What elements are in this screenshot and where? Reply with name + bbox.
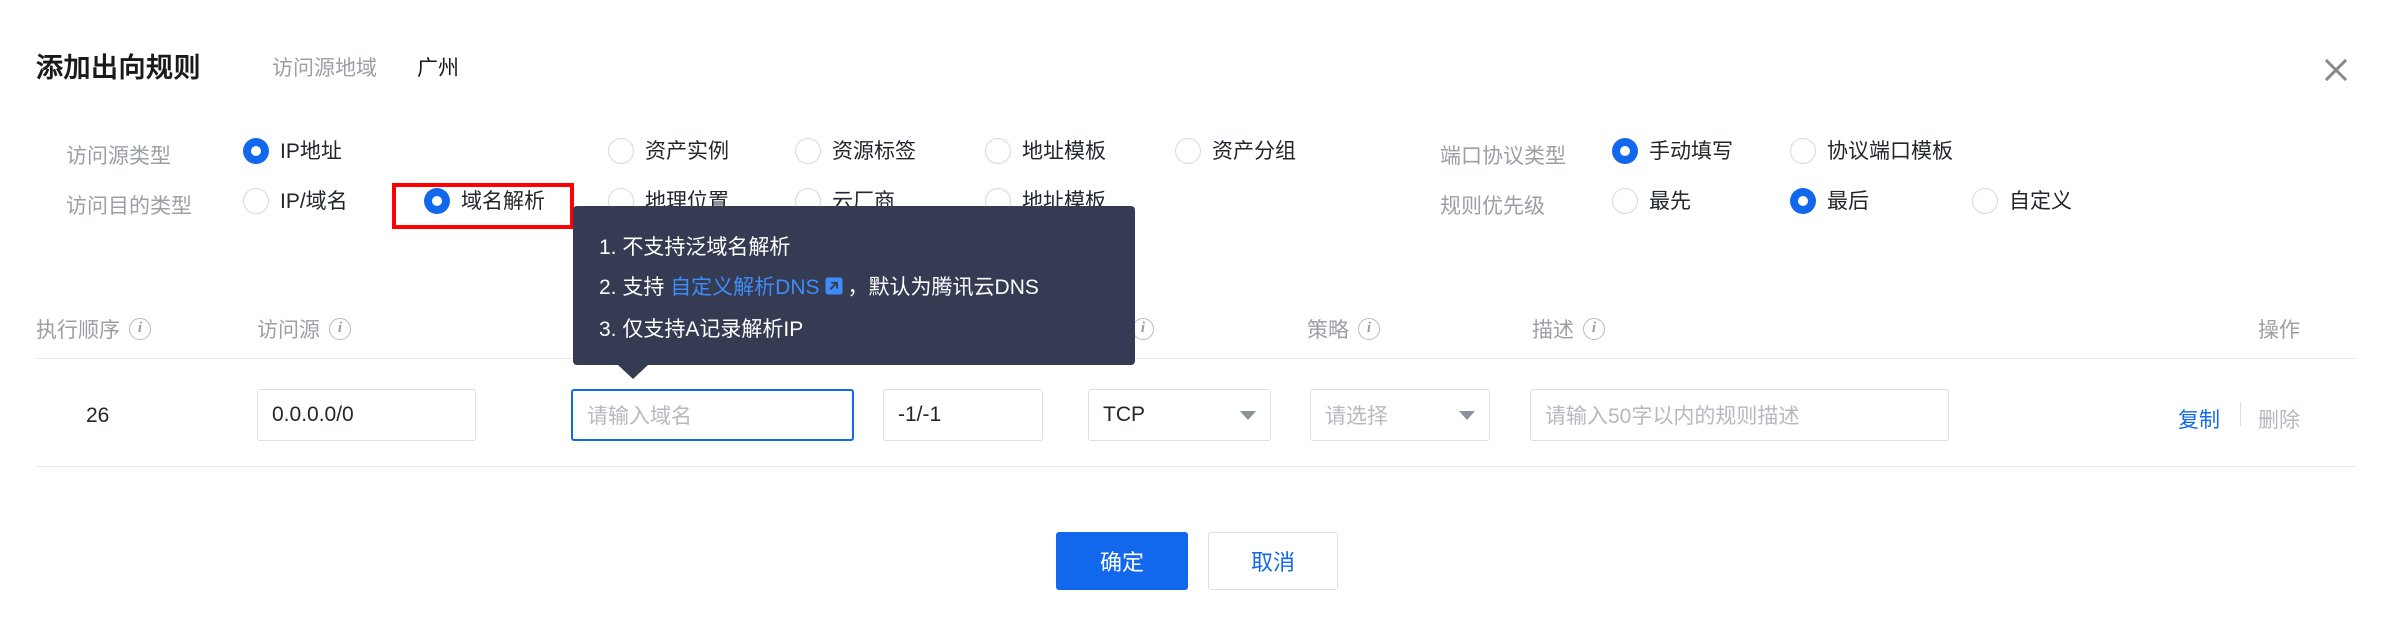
source-input[interactable]: 0.0.0.0/0 — [257, 389, 476, 441]
radio-dot-icon — [1972, 188, 1998, 214]
info-icon[interactable]: i — [1358, 318, 1380, 340]
description-input-placeholder: 请输入50字以内的规则描述 — [1545, 405, 1800, 428]
radio-label: 地址模板 — [1022, 139, 1106, 163]
radio-label: IP/域名 — [280, 189, 348, 213]
close-icon[interactable] — [2314, 48, 2358, 92]
radio-label: 自定义 — [2009, 189, 2072, 213]
radio-priority-first[interactable]: 最先 — [1612, 185, 1691, 217]
radio-dot-icon — [1612, 188, 1638, 214]
radio-source-type-asset-instance[interactable]: 资产实例 — [608, 135, 729, 167]
radio-label: 最后 — [1827, 189, 1869, 213]
radio-label: 资产分组 — [1212, 139, 1296, 163]
domain-resolution-tooltip: 1. 不支持泛域名解析 2. 支持 自定义解析DNS ，默认为腾讯云DNS 3. … — [573, 206, 1135, 379]
tooltip-line-2: 2. 支持 自定义解析DNS ，默认为腾讯云DNS — [599, 268, 1109, 310]
radio-dot-icon — [985, 138, 1011, 164]
tooltip-line-1: 1. 不支持泛域名解析 — [599, 236, 791, 259]
radio-priority-last[interactable]: 最后 — [1790, 185, 1869, 217]
column-header-policy: 策略 i — [1307, 314, 1380, 344]
column-header-label: 访问源 — [257, 319, 320, 342]
radio-source-type-resource-tag[interactable]: 资源标签 — [795, 135, 916, 167]
radio-label: IP地址 — [280, 139, 342, 163]
radio-label: 资产实例 — [645, 139, 729, 163]
destination-input-placeholder: 请输入域名 — [587, 405, 692, 428]
column-header-label: 策略 — [1307, 319, 1349, 342]
add-outbound-rule-dialog: 添加出向规则 访问源地域 广州 访问源类型 IP地址 资产实例 资源标签 地址模… — [0, 0, 2392, 628]
cancel-button[interactable]: 取消 — [1208, 532, 1338, 590]
radio-port-protocol-manual[interactable]: 手动填写 — [1612, 135, 1733, 167]
region-label: 访问源地域 — [272, 57, 377, 80]
radio-dot-icon — [1175, 138, 1201, 164]
action-divider — [2240, 402, 2241, 426]
region-value: 广州 — [417, 57, 459, 80]
description-input[interactable]: 请输入50字以内的规则描述 — [1530, 389, 1949, 441]
radio-dest-type-ip-domain[interactable]: IP/域名 — [243, 185, 348, 217]
radio-dot-icon — [1790, 138, 1816, 164]
radio-dot-icon — [243, 188, 269, 214]
destination-domain-input[interactable]: 请输入域名 — [571, 389, 854, 441]
source-input-value: 0.0.0.0/0 — [272, 403, 354, 426]
rule-priority-label: 规则优先级 — [1440, 195, 1545, 218]
dialog-header: 添加出向规则 访问源地域 广州 — [0, 0, 2392, 105]
port-protocol-type-label: 端口协议类型 — [1440, 145, 1566, 168]
dest-type-label: 访问目的类型 — [66, 195, 192, 218]
radio-dot-icon — [1612, 138, 1638, 164]
port-input[interactable]: -1/-1 — [883, 389, 1043, 441]
radio-source-type-address-template[interactable]: 地址模板 — [985, 135, 1106, 167]
column-header-label: 描述 — [1532, 319, 1574, 342]
rule-form: 访问源类型 IP地址 资产实例 资源标签 地址模板 资产分组 访问目的类型 IP… — [0, 128, 2392, 243]
tooltip-line-2-suffix: ，默认为腾讯云DNS — [847, 276, 1039, 299]
cell-sequence: 26 — [86, 404, 110, 427]
radio-label: 最先 — [1649, 189, 1691, 213]
delete-row-button[interactable]: 删除 — [2258, 404, 2300, 434]
policy-select-placeholder: 请选择 — [1325, 405, 1388, 428]
radio-dot-icon — [424, 188, 450, 214]
page-title: 添加出向规则 — [36, 53, 201, 83]
column-header-label: 操作 — [2258, 319, 2300, 342]
info-icon[interactable]: i — [1583, 318, 1605, 340]
radio-dot-icon — [795, 138, 821, 164]
radio-label: 手动填写 — [1649, 139, 1733, 163]
protocol-select[interactable]: TCP — [1088, 389, 1271, 441]
radio-dot-icon — [243, 138, 269, 164]
radio-source-type-asset-group[interactable]: 资产分组 — [1175, 135, 1296, 167]
custom-dns-link[interactable]: 自定义解析DNS — [670, 276, 819, 299]
chevron-down-icon — [1240, 410, 1256, 420]
table-header-divider — [36, 358, 2356, 359]
chevron-down-icon — [1459, 410, 1475, 420]
protocol-select-value: TCP — [1103, 403, 1145, 426]
info-icon[interactable]: i — [329, 318, 351, 340]
radio-label: 资源标签 — [832, 139, 916, 163]
column-header-action: 操作 — [2258, 314, 2300, 344]
column-header-description: 描述 i — [1532, 314, 1605, 344]
radio-dest-type-domain-resolution[interactable]: 域名解析 — [424, 185, 545, 217]
radio-priority-custom[interactable]: 自定义 — [1972, 185, 2072, 217]
radio-label: 协议端口模板 — [1827, 139, 1953, 163]
confirm-button[interactable]: 确定 — [1056, 532, 1188, 590]
tooltip-line-2-prefix: 2. 支持 — [599, 276, 671, 299]
column-header-sequence: 执行顺序 i — [36, 314, 151, 344]
policy-select[interactable]: 请选择 — [1310, 389, 1490, 441]
info-icon[interactable]: i — [129, 318, 151, 340]
port-input-value: -1/-1 — [898, 403, 942, 426]
column-header-label: 执行顺序 — [36, 319, 120, 342]
radio-dot-icon — [608, 138, 634, 164]
column-header-source: 访问源 i — [257, 314, 351, 344]
radio-label: 域名解析 — [461, 189, 545, 213]
info-icon[interactable]: i — [1132, 318, 1154, 340]
copy-row-button[interactable]: 复制 — [2178, 404, 2220, 434]
source-type-label: 访问源类型 — [66, 145, 171, 168]
tooltip-line-3: 3. 仅支持A记录解析IP — [599, 318, 804, 341]
external-link-icon[interactable] — [824, 270, 844, 310]
radio-dot-icon — [1790, 188, 1816, 214]
radio-port-protocol-template[interactable]: 协议端口模板 — [1790, 135, 1953, 167]
tooltip-arrow — [618, 365, 648, 379]
table-row-divider — [36, 466, 2356, 467]
radio-source-type-ip[interactable]: IP地址 — [243, 135, 342, 167]
